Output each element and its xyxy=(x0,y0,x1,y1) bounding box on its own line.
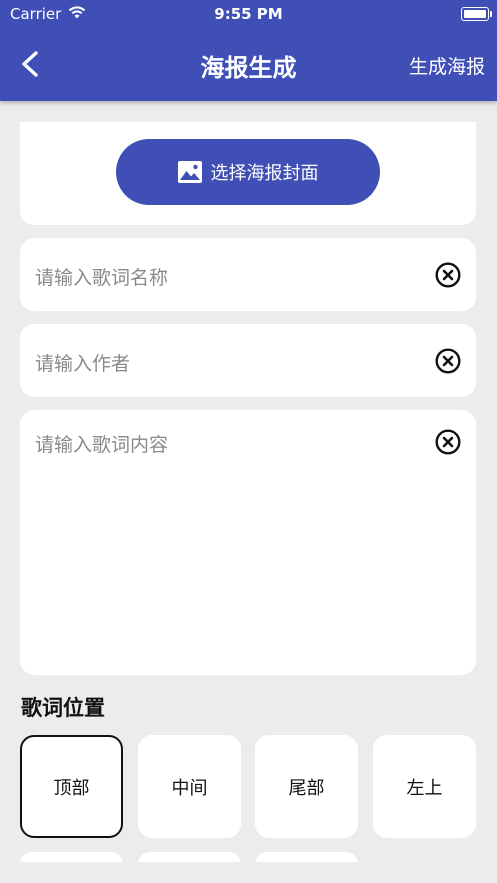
lyric-name-placeholder: 请输入歌词名称 xyxy=(35,267,169,289)
generate-poster-button[interactable]: 生成海报 xyxy=(409,52,485,79)
lyric-content-placeholder: 请输入歌词内容 xyxy=(35,434,169,456)
clear-icon[interactable] xyxy=(435,429,461,455)
clear-icon[interactable] xyxy=(435,262,461,288)
status-bar: Carrier 9:55 PM xyxy=(0,0,497,28)
author-field[interactable]: 请输入作者 xyxy=(20,324,476,397)
bottom-edge xyxy=(0,862,497,883)
lyric-name-field[interactable]: 请输入歌词名称 xyxy=(20,238,476,311)
select-cover-button[interactable]: 选择海报封面 xyxy=(116,139,380,205)
position-option-top[interactable]: 顶部 xyxy=(20,735,123,838)
author-placeholder: 请输入作者 xyxy=(35,353,131,375)
lyric-position-title: 歌词位置 xyxy=(21,696,105,720)
position-option-top-left[interactable]: 左上 xyxy=(373,735,476,838)
status-time: 9:55 PM xyxy=(214,5,283,23)
battery-icon xyxy=(461,7,492,21)
cover-card: 选择海报封面 xyxy=(20,122,476,225)
position-option-middle[interactable]: 中间 xyxy=(138,735,241,838)
lyric-content-field[interactable]: 请输入歌词内容 xyxy=(20,410,476,675)
position-option-bottom[interactable]: 尾部 xyxy=(255,735,358,838)
image-icon xyxy=(177,161,202,183)
select-cover-label: 选择海报封面 xyxy=(210,163,319,184)
clear-icon[interactable] xyxy=(435,348,461,374)
app-bar: Carrier 9:55 PM 海报生成 生成海报 xyxy=(0,0,497,101)
